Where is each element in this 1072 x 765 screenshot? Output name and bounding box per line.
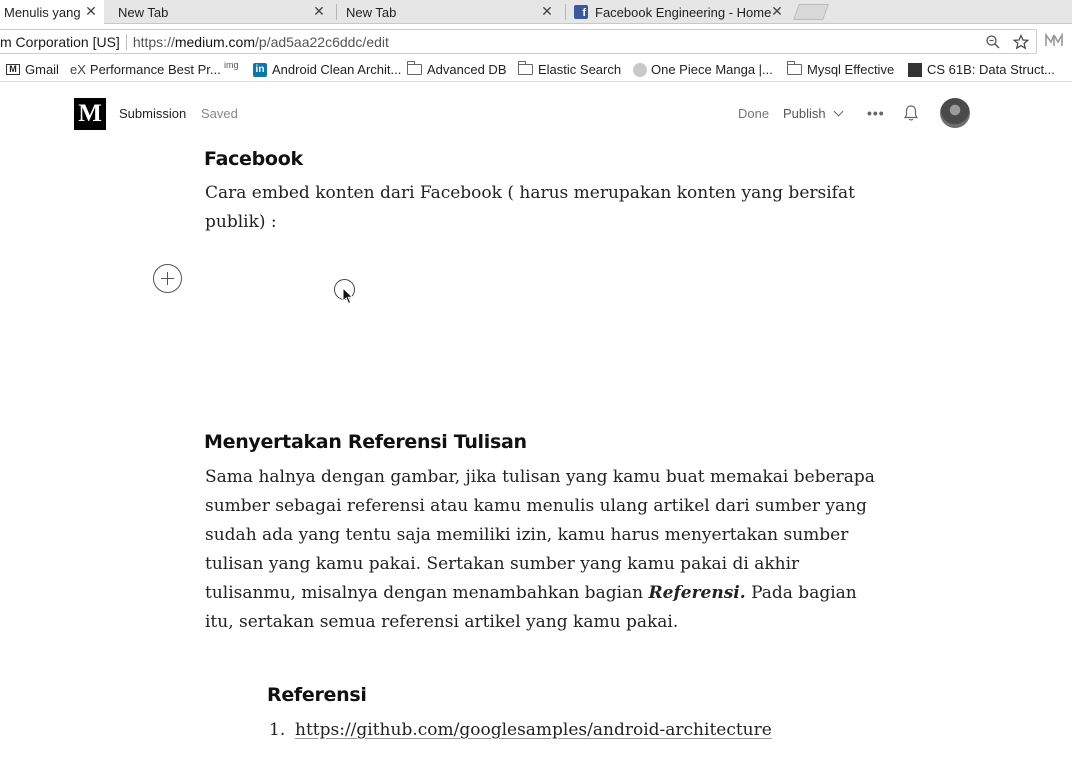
bookmark-android-clean[interactable]: in Android Clean Archit... (253, 62, 401, 77)
facebook-paragraph[interactable]: Cara embed konten dari Facebook ( harus … (205, 179, 855, 237)
medium-extension-icon[interactable] (1045, 33, 1063, 47)
tab-label: New Tab (118, 4, 169, 20)
tab-label: New Tab (346, 4, 397, 20)
site-identity[interactable]: m Corporation [US] (0, 34, 120, 50)
folder-icon (787, 61, 802, 75)
bookmark-elastic-search[interactable]: Elastic Search (518, 61, 621, 77)
zoom-icon[interactable] (986, 35, 1000, 49)
list-item: 1. https://github.com/googlesamples/andr… (269, 720, 772, 740)
tab-new-tab-1[interactable]: New Tab ✕ (114, 0, 332, 24)
linkedin-icon: in (253, 62, 267, 77)
tab-separator (336, 4, 337, 20)
gmail-icon: M (6, 64, 20, 75)
folder-icon (407, 61, 422, 75)
more-options-icon[interactable]: ••• (867, 105, 885, 121)
new-tab-button[interactable] (793, 4, 829, 20)
imgur-icon: img (224, 60, 239, 70)
mouse-pointer-icon (342, 287, 354, 305)
chevron-down-icon (833, 106, 844, 117)
facebook-heading[interactable]: Facebook (204, 148, 303, 170)
close-icon[interactable]: ✕ (84, 3, 98, 20)
tab-menulis[interactable]: Menulis yang ✕ (0, 0, 104, 24)
avatar[interactable] (940, 98, 970, 128)
ex-icon: eX (70, 62, 86, 77)
medium-header: M Submission Saved Done Publish ••• (0, 83, 1072, 143)
bookmark-performance[interactable]: eX Performance Best Pr... (70, 62, 221, 77)
bookmark-one-piece[interactable]: One Piece Manga |... (633, 62, 773, 77)
bookmark-imgur[interactable]: img (224, 61, 243, 70)
url-input[interactable]: m Corporation [US] https://medium.com/p/… (0, 29, 1037, 54)
close-icon[interactable]: ✕ (312, 3, 326, 20)
cs61b-icon (908, 62, 922, 77)
tab-separator (565, 4, 566, 20)
url-text: https://medium.com/p/ad5aa22c6ddc/edit (132, 33, 389, 50)
close-icon[interactable]: ✕ (540, 3, 554, 20)
publish-button[interactable]: Publish (783, 106, 844, 121)
save-status: Saved (201, 106, 238, 121)
bookmarks-bar: M Gmail eX Performance Best Pr... img in… (0, 58, 1072, 82)
close-icon[interactable]: ✕ (770, 3, 784, 20)
bell-icon[interactable] (903, 104, 919, 122)
bookmark-cs61b[interactable]: CS 61B: Data Struct... (908, 62, 1055, 77)
bookmark-advanced-db[interactable]: Advanced DB (407, 61, 507, 77)
tab-strip: Menulis yang ✕ New Tab ✕ New Tab ✕ f Fac… (0, 0, 1072, 24)
bookmark-gmail[interactable]: M Gmail (6, 62, 59, 77)
bookmark-mysql-effective[interactable]: Mysql Effective (787, 61, 894, 77)
manga-icon (633, 62, 647, 77)
star-icon[interactable] (1013, 34, 1029, 50)
facebook-icon: f (574, 5, 588, 19)
done-button[interactable]: Done (738, 106, 769, 121)
divider (125, 33, 127, 50)
reference-link[interactable]: https://github.com/googlesamples/android… (295, 720, 772, 740)
publication-link[interactable]: Submission (119, 106, 186, 121)
tab-label: Facebook Engineering - Home (595, 4, 772, 20)
referensi-heading[interactable]: Referensi (267, 684, 367, 706)
referensi-paragraph[interactable]: Sama halnya dengan gambar, jika tulisan … (205, 463, 875, 637)
insert-embed-button[interactable] (153, 264, 182, 293)
list-number: 1. (269, 720, 286, 740)
tab-facebook-engineering[interactable]: f Facebook Engineering - Home ✕ (570, 0, 790, 24)
publish-label: Publish (783, 106, 826, 121)
referensi-section-heading[interactable]: Menyertakan Referensi Tulisan (204, 431, 527, 453)
medium-logo[interactable]: M (74, 98, 106, 130)
folder-icon (518, 61, 533, 75)
address-bar: m Corporation [US] https://medium.com/p/… (0, 26, 1072, 57)
tab-new-tab-2[interactable]: New Tab ✕ (342, 0, 560, 24)
